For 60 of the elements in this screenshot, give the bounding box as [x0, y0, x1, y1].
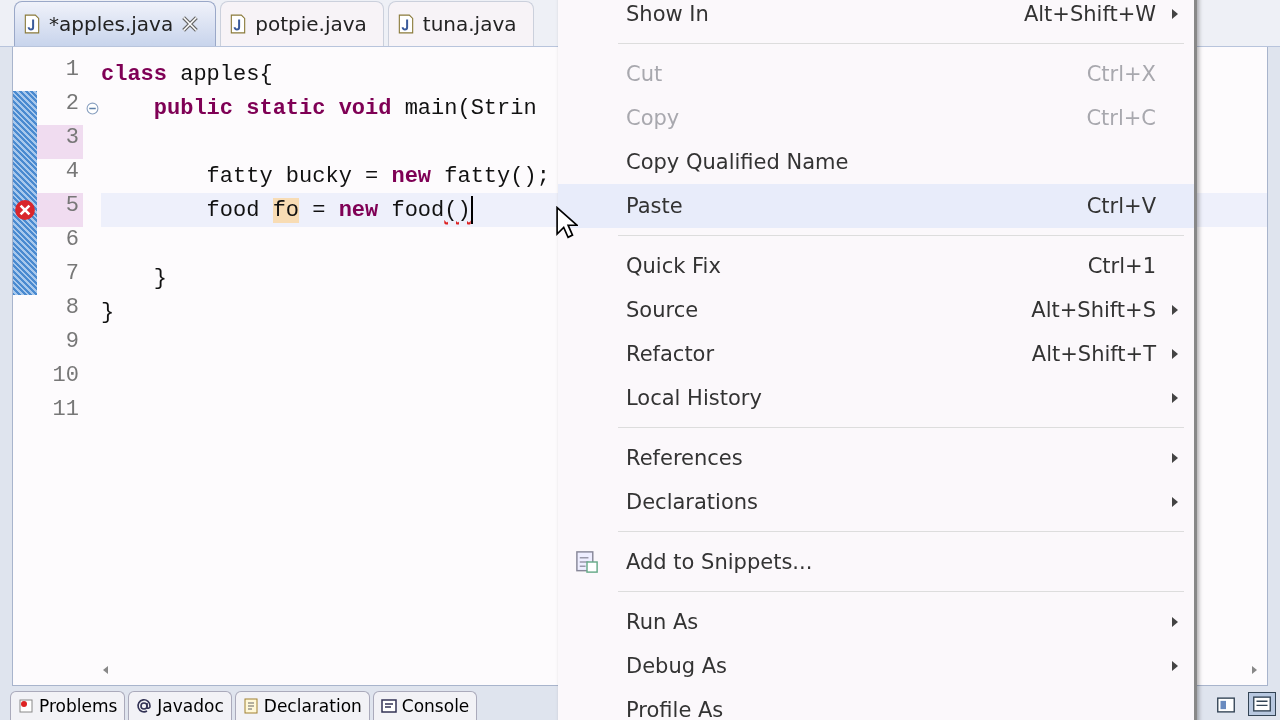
submenu-arrow-icon [1171, 392, 1179, 404]
submenu-arrow-icon [1171, 660, 1179, 672]
menu-item[interactable]: Show In Alt+Shift+W [558, 0, 1194, 36]
collapse-icon[interactable] [85, 101, 99, 115]
view-tab[interactable]: Javadoc [128, 691, 232, 720]
line-number: 2 [64, 91, 80, 118]
line-number: 8 [64, 295, 80, 322]
submenu-arrow-icon [1171, 304, 1179, 316]
editor-tab[interactable]: tuna.java [387, 1, 534, 46]
maximize-view-icon[interactable] [1248, 692, 1276, 716]
submenu-arrow-icon [1171, 452, 1179, 464]
line-number: 1 [64, 57, 80, 84]
scroll-left-icon[interactable] [101, 665, 111, 675]
menu-item[interactable]: Add to Snippets... [558, 540, 1194, 584]
submenu-arrow-icon [1171, 496, 1179, 508]
editor-tab[interactable]: potpie.java [220, 1, 384, 46]
menu-item[interactable]: Declarations [558, 480, 1194, 524]
declaration-icon [242, 698, 259, 714]
code-line: public static void main(Strin [152, 95, 537, 121]
code-line: food fo = new food() [205, 197, 471, 223]
code-line: } [101, 299, 115, 325]
java-file-icon [23, 14, 41, 34]
problems-icon [18, 698, 34, 714]
at-sign-icon [136, 698, 153, 714]
menu-item[interactable]: Local History [558, 376, 1194, 420]
line-number: 7 [64, 261, 80, 288]
code-line: fatty bucky = new fatty(); [205, 163, 550, 189]
text-cursor [470, 196, 473, 224]
menu-item[interactable]: Debug As [558, 644, 1194, 688]
close-icon[interactable] [181, 15, 200, 33]
line-number: 4 [64, 159, 80, 186]
submenu-arrow-icon [1171, 348, 1179, 360]
code-line: class apples{ [101, 61, 273, 87]
view-tab[interactable]: Console [372, 691, 478, 720]
menu-item[interactable]: Refactor Alt+Shift+T [558, 332, 1194, 376]
console-icon [380, 698, 397, 714]
menu-item[interactable]: Paste Ctrl+V [558, 184, 1194, 228]
snippet-icon [574, 549, 600, 575]
view-tab[interactable]: Problems [10, 691, 126, 720]
line-number: 3 [37, 125, 83, 159]
line-number: 10 [51, 363, 80, 390]
menu-item[interactable]: Profile As [558, 688, 1194, 720]
submenu-arrow-icon [1171, 616, 1179, 628]
submenu-arrow-icon [1171, 8, 1179, 20]
line-number: 5 [37, 193, 83, 227]
menu-item[interactable]: Quick Fix Ctrl+1 [558, 244, 1194, 288]
view-tab[interactable]: Declaration [234, 691, 370, 720]
code-line: } [152, 265, 167, 291]
java-file-icon [396, 14, 415, 34]
restore-view-icon[interactable] [1215, 694, 1237, 716]
menu-item[interactable]: Run As [558, 600, 1194, 644]
menu-item[interactable]: Source Alt+Shift+S [558, 288, 1194, 332]
java-file-icon [229, 14, 248, 34]
line-number: 11 [51, 397, 80, 424]
line-number: 6 [64, 227, 80, 254]
line-number: 9 [64, 329, 80, 356]
editor-tab[interactable]: *apples.java [14, 1, 217, 46]
menu-item[interactable]: References [558, 436, 1194, 480]
scroll-right-icon[interactable] [1249, 665, 1259, 675]
menu-item[interactable]: Copy Qualified Name [558, 140, 1194, 184]
